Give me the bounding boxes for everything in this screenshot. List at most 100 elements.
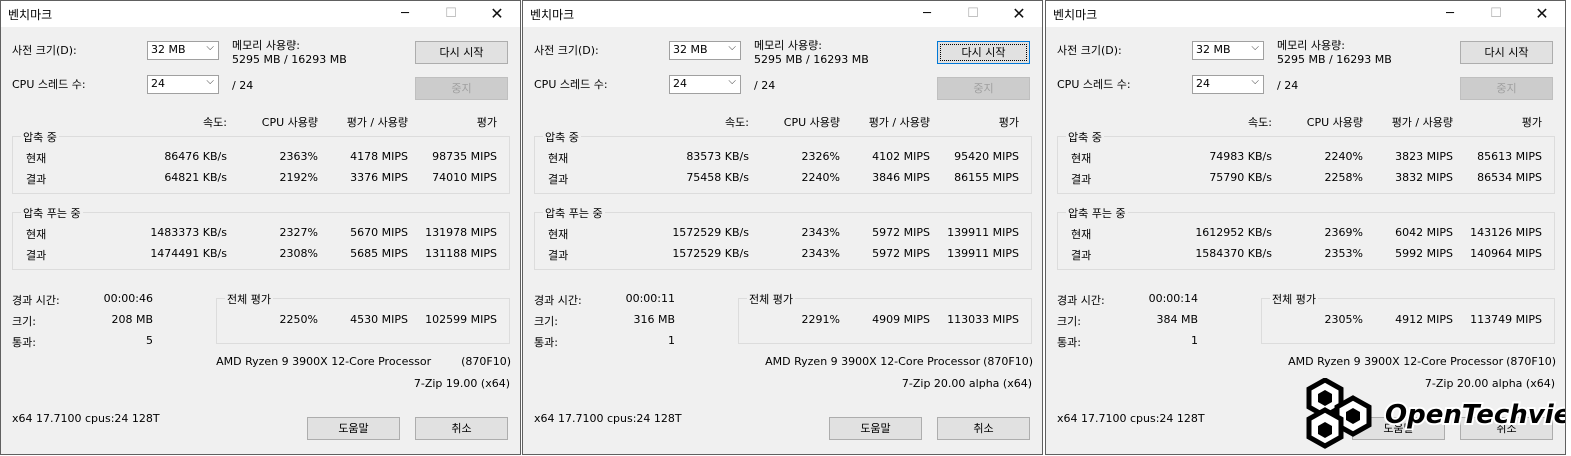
cpu-name: AMD Ryzen 9 3900X 12-Core Processor: [216, 355, 432, 368]
help-label: 도움말: [860, 422, 891, 435]
elapsed-value: 00:00:46: [103, 292, 153, 305]
memory-usage-label: 메모리 사용량:: [1277, 39, 1345, 52]
minimize-button[interactable]: ─: [1427, 1, 1473, 27]
speed-cell: 1483373 KB/s: [150, 226, 227, 239]
minimize-button[interactable]: ─: [904, 1, 950, 27]
rating-usage-cell: 5685 MIPS: [350, 247, 408, 260]
decompress-legend: 압축 푸는 중: [1066, 205, 1128, 221]
speed-cell: 1474491 KB/s: [150, 247, 227, 260]
cancel-label: 취소: [451, 422, 472, 435]
stop-label: 중지: [973, 82, 994, 95]
size-value: 208 MB: [111, 313, 153, 326]
restart-label: 다시 시작: [439, 46, 484, 59]
close-button[interactable]: ✕: [1519, 1, 1565, 27]
cpu-info: AMD Ryzen 9 3900X 12-Core Processor (870F…: [1196, 355, 1556, 368]
stop-button[interactable]: 중지: [937, 77, 1030, 100]
help-label: 도움말: [338, 422, 369, 435]
rating-cell: 85613 MIPS: [1477, 150, 1542, 163]
version-info: 7-Zip 19.00 (x64): [413, 377, 510, 390]
system-info: x64 17.7100 cpus:24 128T: [534, 412, 682, 425]
elapsed-label: 경과 시간:: [1057, 294, 1105, 307]
speed-cell: 86476 KB/s: [164, 150, 227, 163]
help-button[interactable]: 도움말: [829, 417, 922, 440]
cancel-button[interactable]: 취소: [937, 417, 1030, 440]
compress-group: 압축 중: [1057, 129, 1555, 194]
col-rating-usage-header: 평가 / 사용량: [868, 116, 930, 129]
total-rating-usage: 4909 MIPS: [872, 313, 930, 326]
threads-select[interactable]: 24 ⌵: [669, 75, 741, 94]
minimize-button[interactable]: ─: [382, 1, 428, 27]
compress-group: 압축 중: [12, 129, 510, 194]
rating-cell: 139911 MIPS: [947, 247, 1019, 260]
help-button[interactable]: 도움말: [307, 417, 400, 440]
close-button[interactable]: ✕: [996, 1, 1042, 27]
dict-size-select[interactable]: 32 MB ⌵: [147, 41, 219, 60]
elapsed-value: 00:00:11: [625, 292, 675, 305]
total-rating-legend: 전체 평가: [225, 291, 273, 307]
chevron-down-icon: ⌵: [206, 76, 214, 87]
size-label: 크기:: [1057, 315, 1081, 328]
col-speed-header: 속도:: [203, 116, 227, 129]
stop-label: 중지: [451, 82, 472, 95]
cancel-button[interactable]: 취소: [415, 417, 508, 440]
compress-legend: 압축 중: [1066, 129, 1104, 145]
speed-cell: 1572529 KB/s: [672, 247, 749, 260]
threads-value: 24: [151, 77, 165, 90]
threads-total: / 24: [232, 79, 254, 92]
chevron-down-icon: ⌵: [728, 42, 736, 53]
row-label: 현재: [26, 228, 47, 241]
threads-select[interactable]: 24 ⌵: [1192, 75, 1264, 94]
size-label: 크기:: [12, 315, 36, 328]
elapsed-label: 경과 시간:: [534, 294, 582, 307]
row-label: 결과: [26, 173, 47, 186]
maximize-button[interactable]: ☐: [1473, 1, 1519, 27]
col-cpu-header: CPU 사용량: [1306, 116, 1363, 129]
total-cpu: 2305%: [1324, 313, 1363, 326]
cpu-cell: 2327%: [279, 226, 318, 239]
row-label: 현재: [1071, 228, 1092, 241]
dict-size-value: 32 MB: [151, 43, 186, 56]
elapsed-label: 경과 시간:: [12, 294, 60, 307]
logo-text: OpenTechview: [1385, 400, 1565, 430]
threads-label: CPU 스레드 수:: [534, 78, 608, 91]
dict-size-select[interactable]: 32 MB ⌵: [669, 41, 741, 60]
rating-cell: 86155 MIPS: [954, 171, 1019, 184]
row-label: 결과: [1071, 173, 1092, 186]
col-rating-usage-header: 평가 / 사용량: [346, 116, 408, 129]
size-value: 316 MB: [633, 313, 675, 326]
size-label: 크기:: [534, 315, 558, 328]
cpu-cell: 2192%: [279, 171, 318, 184]
col-rating-usage-header: 평가 / 사용량: [1391, 116, 1453, 129]
stop-button[interactable]: 중지: [1460, 77, 1553, 100]
threads-select[interactable]: 24 ⌵: [147, 75, 219, 94]
threads-value: 24: [1196, 77, 1210, 90]
restart-button[interactable]: 다시 시작: [937, 41, 1030, 64]
threads-label: CPU 스레드 수:: [1057, 78, 1131, 91]
compress-group: 압축 중: [534, 129, 1032, 194]
title-bar: 벤치마크 ─ ☐ ✕: [523, 1, 1042, 27]
total-rating-usage: 4912 MIPS: [1395, 313, 1453, 326]
maximize-button[interactable]: ☐: [428, 1, 474, 27]
dict-size-select[interactable]: 32 MB ⌵: [1192, 41, 1264, 60]
cpu-cell: 2326%: [801, 150, 840, 163]
rating-cell: 140964 MIPS: [1470, 247, 1542, 260]
window-title: 벤치마크: [530, 8, 575, 22]
rating-cell: 86534 MIPS: [1477, 171, 1542, 184]
logo-hexagons-icon: OpenTechview: [1306, 377, 1571, 449]
rating-cell: 139911 MIPS: [947, 226, 1019, 239]
cpu-id: (870F10): [983, 355, 1033, 368]
cpu-cell: 2343%: [801, 226, 840, 239]
elapsed-value: 00:00:14: [1148, 292, 1198, 305]
restart-button[interactable]: 다시 시작: [415, 41, 508, 64]
speed-cell: 74983 KB/s: [1209, 150, 1272, 163]
speed-cell: 1584370 KB/s: [1195, 247, 1272, 260]
restart-button[interactable]: 다시 시작: [1460, 41, 1553, 64]
cpu-cell: 2363%: [279, 150, 318, 163]
rating-cell: 98735 MIPS: [432, 150, 497, 163]
rating-cell: 143126 MIPS: [1470, 226, 1542, 239]
total-cpu: 2291%: [801, 313, 840, 326]
maximize-button[interactable]: ☐: [950, 1, 996, 27]
threads-total: / 24: [1277, 79, 1299, 92]
close-button[interactable]: ✕: [474, 1, 520, 27]
stop-button[interactable]: 중지: [415, 77, 508, 100]
